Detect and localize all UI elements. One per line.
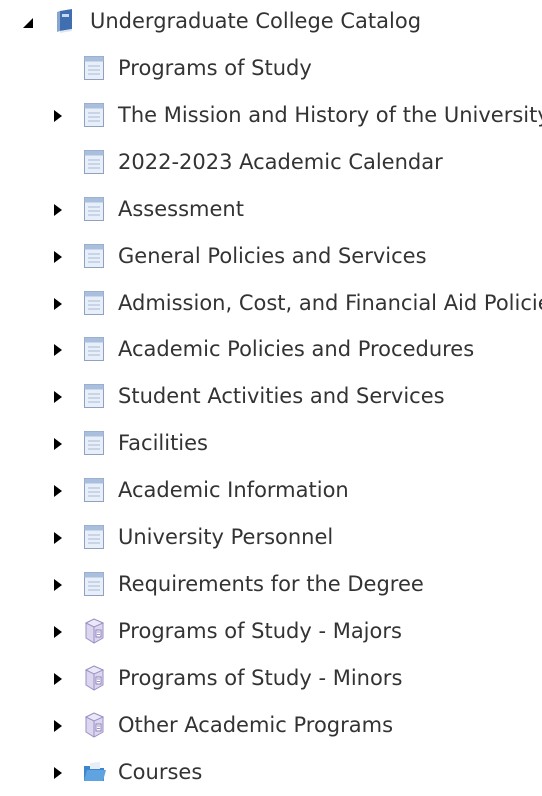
- tree-item[interactable]: Requirements for the Degree: [0, 562, 542, 608]
- tree-item[interactable]: Student Activities and Services: [0, 374, 542, 420]
- tree-item-label[interactable]: Assessment: [118, 196, 244, 222]
- tree-item[interactable]: Courses: [0, 750, 542, 796]
- tree-item-label[interactable]: Courses: [118, 759, 202, 785]
- page-icon: [82, 55, 106, 81]
- tree-item-label[interactable]: University Personnel: [118, 524, 333, 550]
- tree-item-label[interactable]: 2022-2023 Academic Calendar: [118, 149, 443, 175]
- collapsed-triangle-icon[interactable]: [50, 249, 66, 265]
- collapsed-triangle-icon[interactable]: [50, 389, 66, 405]
- tree-item-label[interactable]: Requirements for the Degree: [118, 571, 424, 597]
- tree-item-label[interactable]: Programs of Study - Majors: [118, 618, 402, 644]
- page-icon: [82, 149, 106, 175]
- collapsed-triangle-icon[interactable]: [50, 530, 66, 546]
- program-cube-icon: [82, 618, 106, 644]
- tree-item[interactable]: General Policies and Services: [0, 234, 542, 280]
- tree-item-label[interactable]: Academic Information: [118, 477, 349, 503]
- page-icon: [82, 477, 106, 503]
- tree-item-label[interactable]: General Policies and Services: [118, 243, 427, 269]
- tree-item[interactable]: The Mission and History of the Universit…: [0, 93, 542, 139]
- collapsed-triangle-icon[interactable]: [50, 108, 66, 124]
- tree-item-label[interactable]: Other Academic Programs: [118, 712, 393, 738]
- tree-item-label[interactable]: Programs of Study - Minors: [118, 665, 402, 691]
- tree-item-label[interactable]: Programs of Study: [118, 55, 312, 81]
- tree-item[interactable]: Facilities: [0, 421, 542, 467]
- page-icon: [82, 524, 106, 550]
- collapsed-triangle-icon[interactable]: [50, 718, 66, 734]
- collapsed-triangle-icon[interactable]: [50, 202, 66, 218]
- tree-item[interactable]: Assessment: [0, 187, 542, 233]
- collapsed-triangle-icon[interactable]: [50, 765, 66, 781]
- tree-root-label[interactable]: Undergraduate College Catalog: [90, 8, 421, 34]
- page-icon: [82, 196, 106, 222]
- page-icon: [82, 383, 106, 409]
- page-icon: [82, 430, 106, 456]
- tree-item[interactable]: Other Academic Programs: [0, 703, 542, 749]
- tree-item[interactable]: Programs of Study - Majors: [0, 609, 542, 655]
- page-icon: [82, 243, 106, 269]
- tree-item-label[interactable]: The Mission and History of the Universit…: [118, 102, 542, 128]
- program-cube-icon: [82, 665, 106, 691]
- page-icon: [82, 571, 106, 597]
- program-cube-icon: [82, 712, 106, 738]
- tree-item-label[interactable]: Facilities: [118, 430, 208, 456]
- collapsed-triangle-icon[interactable]: [50, 671, 66, 687]
- catalog-book-icon: [54, 8, 78, 34]
- collapsed-triangle-icon[interactable]: [50, 577, 66, 593]
- collapsed-triangle-icon[interactable]: [50, 483, 66, 499]
- tree-item[interactable]: 2022-2023 Academic Calendar: [0, 140, 542, 186]
- tree-root-row[interactable]: Undergraduate College Catalog: [0, 0, 542, 46]
- tree-item[interactable]: Admission, Cost, and Financial Aid Polic…: [0, 281, 542, 327]
- collapsed-triangle-icon[interactable]: [50, 436, 66, 452]
- folder-icon: [82, 759, 106, 785]
- page-icon: [82, 102, 106, 128]
- collapsed-triangle-icon[interactable]: [50, 342, 66, 358]
- page-icon: [82, 336, 106, 362]
- tree-item[interactable]: Programs of Study: [0, 46, 542, 92]
- tree-item[interactable]: Academic Information: [0, 468, 542, 514]
- page-icon: [82, 290, 106, 316]
- tree-item-label[interactable]: Admission, Cost, and Financial Aid Polic…: [118, 290, 542, 316]
- tree-item[interactable]: University Personnel: [0, 515, 542, 561]
- tree-item[interactable]: Programs of Study - Minors: [0, 656, 542, 702]
- expanded-triangle-icon[interactable]: [20, 15, 36, 31]
- tree-item-label[interactable]: Student Activities and Services: [118, 383, 445, 409]
- collapsed-triangle-icon[interactable]: [50, 296, 66, 312]
- tree-item-label[interactable]: Academic Policies and Procedures: [118, 336, 474, 362]
- collapsed-triangle-icon[interactable]: [50, 624, 66, 640]
- tree-item[interactable]: Academic Policies and Procedures: [0, 327, 542, 373]
